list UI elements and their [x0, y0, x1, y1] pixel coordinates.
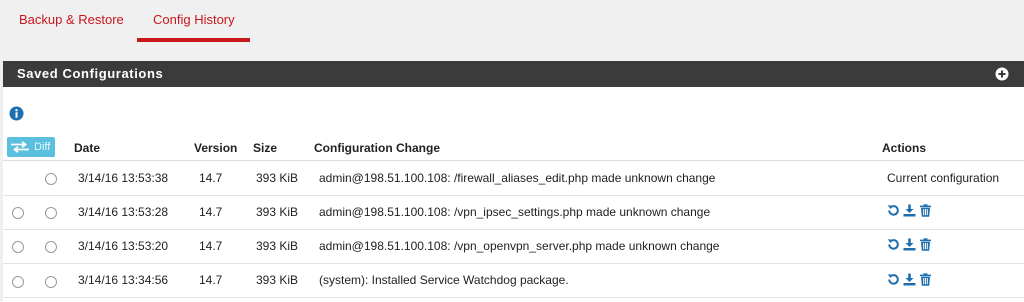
row-divider [3, 229, 1024, 230]
header-divider [3, 160, 1024, 161]
row-divider [3, 195, 1024, 196]
row-date: 3/14/16 13:53:28 [78, 205, 169, 219]
diff-left-radio[interactable] [12, 207, 24, 219]
row-config-change: admin@198.51.100.108: /vpn_openvpn_serve… [319, 239, 720, 253]
column-header-size: Size [253, 141, 278, 155]
row-config-change: (system): Installed Service Watchdog pac… [319, 273, 569, 287]
diff-right-radio[interactable] [45, 207, 57, 219]
tab-bar: Backup & Restore Config History [0, 0, 1024, 44]
row-version: 14.7 [199, 205, 223, 219]
download-icon[interactable] [903, 238, 916, 251]
download-icon[interactable] [903, 273, 916, 286]
row-date: 3/14/16 13:34:56 [78, 273, 169, 287]
restore-icon[interactable] [887, 273, 900, 286]
tab-config-history[interactable]: Config History [153, 12, 235, 27]
row-divider [3, 263, 1024, 264]
row-config-change: admin@198.51.100.108: /firewall_aliases_… [319, 171, 716, 185]
diff-left-radio[interactable] [12, 241, 24, 253]
diff-button-label: Diff [34, 141, 51, 153]
column-header-configuration-change: Configuration Change [314, 141, 440, 155]
diff-right-radio[interactable] [45, 173, 57, 185]
row-version: 14.7 [199, 239, 223, 253]
row-date: 3/14/16 13:53:20 [78, 239, 169, 253]
row-size: 393 KiB [256, 205, 299, 219]
exchange-icon [11, 141, 29, 153]
column-header-actions: Actions [882, 141, 927, 155]
column-header-date: Date [74, 141, 101, 155]
current-configuration-label: Current configuration [887, 171, 1000, 185]
download-icon[interactable] [903, 204, 916, 217]
trash-icon[interactable] [919, 238, 932, 251]
info-icon[interactable] [9, 106, 24, 121]
row-version: 14.7 [199, 273, 223, 287]
column-header-version: Version [194, 141, 238, 155]
diff-right-radio[interactable] [45, 276, 57, 288]
active-tab-indicator [137, 38, 250, 42]
diff-right-radio[interactable] [45, 241, 57, 253]
row-version: 14.7 [199, 171, 223, 185]
row-size: 393 KiB [256, 171, 299, 185]
tab-backup-restore[interactable]: Backup & Restore [19, 12, 124, 27]
panel-title: Saved Configurations [17, 66, 164, 81]
row-size: 393 KiB [256, 239, 299, 253]
plus-circle-icon[interactable] [995, 67, 1009, 81]
restore-icon[interactable] [887, 204, 900, 217]
diff-left-radio[interactable] [12, 276, 24, 288]
row-size: 393 KiB [256, 273, 299, 287]
trash-icon[interactable] [919, 204, 932, 217]
trash-icon[interactable] [919, 273, 932, 286]
row-divider [3, 297, 1024, 298]
row-date: 3/14/16 13:53:38 [78, 171, 169, 185]
row-config-change: admin@198.51.100.108: /vpn_ipsec_setting… [319, 205, 711, 219]
diff-button[interactable]: Diff [7, 137, 55, 157]
restore-icon[interactable] [887, 238, 900, 251]
saved-configurations-panel-header: Saved Configurations [3, 61, 1024, 87]
